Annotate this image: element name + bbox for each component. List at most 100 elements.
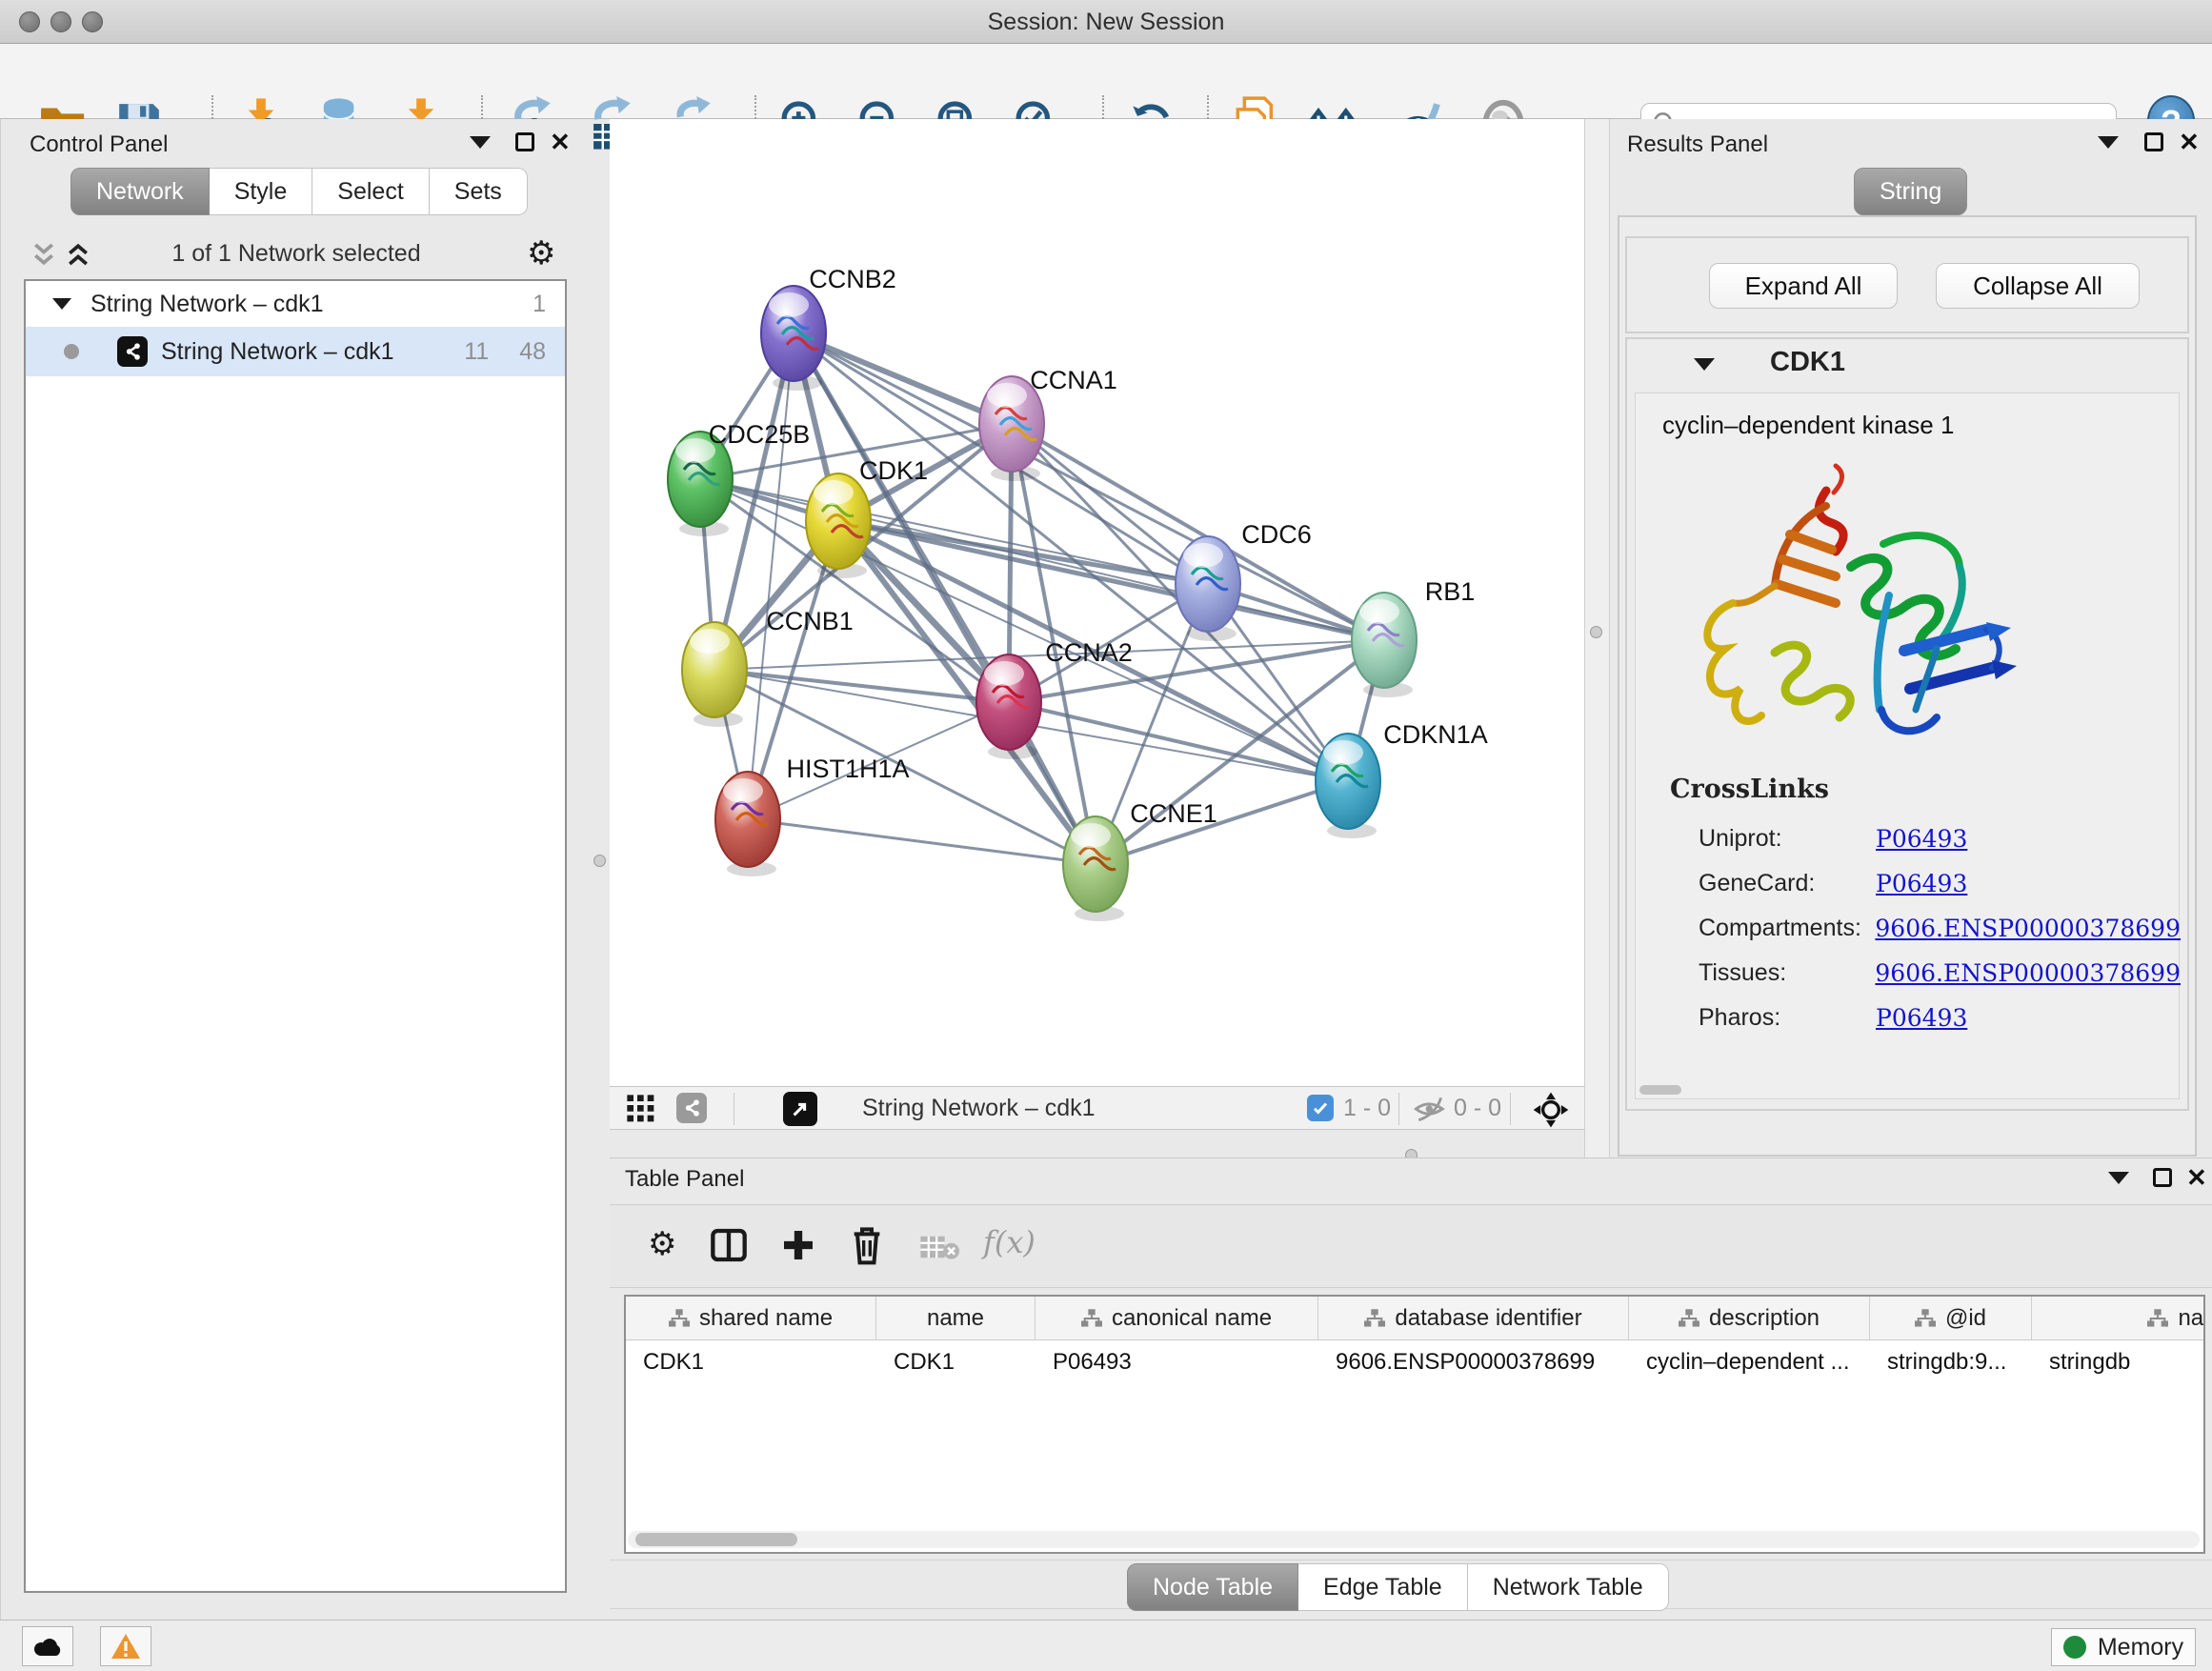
crosslink-value-link[interactable]: 9606.ENSP00000378699 — [1875, 959, 2181, 987]
cloud-status-button[interactable] — [22, 1626, 73, 1666]
hidden-counts: 0 - 0 — [1454, 1095, 1501, 1122]
protein-collapse-icon[interactable] — [1694, 358, 1715, 371]
table-panel-menu-icon[interactable] — [2108, 1172, 2129, 1184]
open-in-window-icon[interactable] — [783, 1092, 817, 1126]
add-column-icon[interactable] — [779, 1226, 817, 1264]
table-hscrollbar-thumb[interactable] — [635, 1533, 797, 1546]
tab-sets[interactable]: Sets — [430, 168, 528, 215]
hidden-eye-slash-icon — [1412, 1095, 1448, 1123]
table-cell[interactable]: cyclin–dependent ... — [1629, 1341, 1870, 1383]
network-label: String Network – cdk1 — [161, 338, 394, 366]
network-edge[interactable] — [794, 333, 1012, 424]
network-row-selected[interactable]: String Network – cdk1 11 48 — [26, 327, 565, 376]
column-header-database-identifier[interactable]: database identifier — [1318, 1297, 1629, 1340]
left-splitter-handle[interactable] — [593, 855, 606, 867]
column-type-icon — [1364, 1309, 1385, 1328]
table-header-row: shared name name canonical name database id… — [626, 1297, 2205, 1340]
results-scrollbar-thumb[interactable] — [1639, 1085, 1681, 1095]
control-panel-close-icon[interactable]: ✕ — [550, 132, 571, 151]
network-view-title: String Network – cdk1 — [862, 1095, 1096, 1122]
table-settings-gear-icon[interactable]: ⚙ — [648, 1228, 676, 1260]
results-panel-close-icon[interactable]: ✕ — [2179, 132, 2200, 151]
titlebar: Session: New Session — [0, 0, 2212, 44]
column-header-description[interactable]: description — [1629, 1297, 1870, 1340]
collection-collapse-icon[interactable] — [52, 298, 71, 310]
right-splitter[interactable] — [1584, 119, 1610, 1158]
network-view-toolbar: String Network – cdk1 1 - 0 0 - 0 — [610, 1086, 1584, 1130]
network-options-gear-icon[interactable]: ⚙ — [527, 237, 555, 270]
collapse-all-button[interactable]: Collapse All — [1936, 263, 2140, 309]
table-cell[interactable]: stringdb:9... — [1870, 1341, 2032, 1383]
columns-icon[interactable] — [710, 1226, 748, 1264]
network-selected-status: 1 of 1 Network selected — [106, 240, 487, 268]
node-label-CCNA2: CCNA2 — [1045, 638, 1133, 667]
results-panel-menu-icon[interactable] — [2098, 136, 2119, 149]
control-panel-menu-icon[interactable] — [470, 136, 491, 149]
table-cell[interactable]: CDK1 — [626, 1341, 876, 1383]
tab-style[interactable]: Style — [210, 168, 313, 215]
column-header-canonical-name[interactable]: canonical name — [1036, 1297, 1318, 1340]
column-header-label: @id — [1945, 1305, 1986, 1332]
collection-label: String Network – cdk1 — [90, 291, 324, 318]
control-panel-float-icon[interactable] — [515, 132, 534, 151]
network-collection-row[interactable]: String Network – cdk1 1 — [26, 281, 565, 327]
table-cell[interactable]: P06493 — [1036, 1341, 1318, 1383]
protein-name-heading: CDK1 — [1770, 347, 1845, 378]
table-panel-float-icon[interactable] — [2153, 1168, 2172, 1187]
crosslink-value-link[interactable]: P06493 — [1876, 870, 1967, 897]
tab-edge-table[interactable]: Edge Table — [1298, 1563, 1468, 1611]
results-panel-float-icon[interactable] — [2144, 132, 2163, 151]
delete-column-icon[interactable] — [848, 1224, 886, 1266]
memory-button[interactable]: Memory — [2051, 1628, 2196, 1666]
node-label-CCNE1: CCNE1 — [1130, 799, 1217, 828]
network-canvas[interactable]: CCNB2CCNA1CDC25BCDK1CDC6RB1CCNB1CCNA2CDK… — [610, 119, 1584, 1086]
warning-status-button[interactable] — [100, 1626, 151, 1666]
crosslink-value-link[interactable]: P06493 — [1876, 825, 1967, 853]
table-hscrollbar[interactable] — [628, 1531, 2200, 1548]
column-header-label: namespace — [2178, 1305, 2205, 1332]
application-window: Session: New Session — [0, 0, 2212, 1671]
node-label-CDC25B: CDC25B — [709, 420, 811, 449]
delete-table-icon-disabled — [919, 1234, 959, 1260]
birdseye-grid-icon[interactable] — [625, 1094, 657, 1124]
collapse-all-chevrons-icon[interactable] — [30, 240, 58, 269]
right-splitter-handle[interactable] — [1590, 626, 1602, 638]
column-header-@id[interactable]: @id — [1870, 1297, 2032, 1340]
column-header-shared-name[interactable]: shared name — [626, 1297, 876, 1340]
tab-node-table[interactable]: Node Table — [1127, 1563, 1298, 1611]
column-header-label: database identifier — [1395, 1305, 1581, 1332]
tab-select[interactable]: Select — [312, 168, 429, 215]
table-cell[interactable]: 9606.ENSP00000378699 — [1318, 1341, 1629, 1383]
crosslink-value-link[interactable]: P06493 — [1876, 1004, 1967, 1032]
network-edge[interactable] — [838, 521, 1208, 584]
warning-icon — [111, 1632, 141, 1661]
fit-content-crosshair-icon[interactable] — [1532, 1091, 1570, 1129]
column-header-name[interactable]: name — [876, 1297, 1036, 1340]
node-label-CDC6: CDC6 — [1241, 520, 1312, 549]
crosslink-value-link[interactable]: 9606.ENSP00000378699 — [1875, 915, 2181, 942]
table-row[interactable]: CDK1CDK1P064939606.ENSP00000378699cyclin… — [626, 1341, 2205, 1383]
table-panel-close-icon[interactable]: ✕ — [2186, 1168, 2207, 1187]
toolbar-separator — [1510, 1093, 1511, 1125]
column-header-namespace[interactable]: namespace — [2032, 1297, 2205, 1340]
crosslink-label: Uniprot: — [1699, 825, 1876, 853]
crosslink-label: Pharos: — [1699, 1004, 1876, 1032]
node-label-CDKN1A: CDKN1A — [1383, 720, 1488, 749]
table-cell[interactable]: stringdb — [2032, 1341, 2205, 1383]
tab-network[interactable]: Network — [70, 168, 210, 215]
cloud-icon — [31, 1634, 64, 1659]
column-header-label: name — [927, 1305, 984, 1332]
tab-network-table[interactable]: Network Table — [1468, 1563, 1669, 1611]
selected-counts: 1 - 0 — [1343, 1095, 1391, 1122]
node-label-CCNB2: CCNB2 — [809, 265, 896, 293]
selected-checkbox-icon[interactable] — [1307, 1095, 1334, 1121]
tab-string[interactable]: String — [1854, 168, 1967, 215]
table-cell[interactable]: CDK1 — [876, 1341, 1036, 1383]
crosslinks-list: Uniprot:P06493GeneCard:P06493Compartment… — [1636, 816, 2181, 1040]
expand-all-chevrons-icon[interactable] — [64, 240, 92, 269]
expand-all-button[interactable]: Expand All — [1709, 263, 1898, 309]
node-gloss — [1359, 599, 1399, 624]
table-panel-tabs: Node TableEdge TableNetwork Table — [1127, 1563, 1669, 1611]
horizontal-splitter[interactable] — [610, 1131, 1584, 1158]
network-edge[interactable] — [748, 819, 1096, 864]
